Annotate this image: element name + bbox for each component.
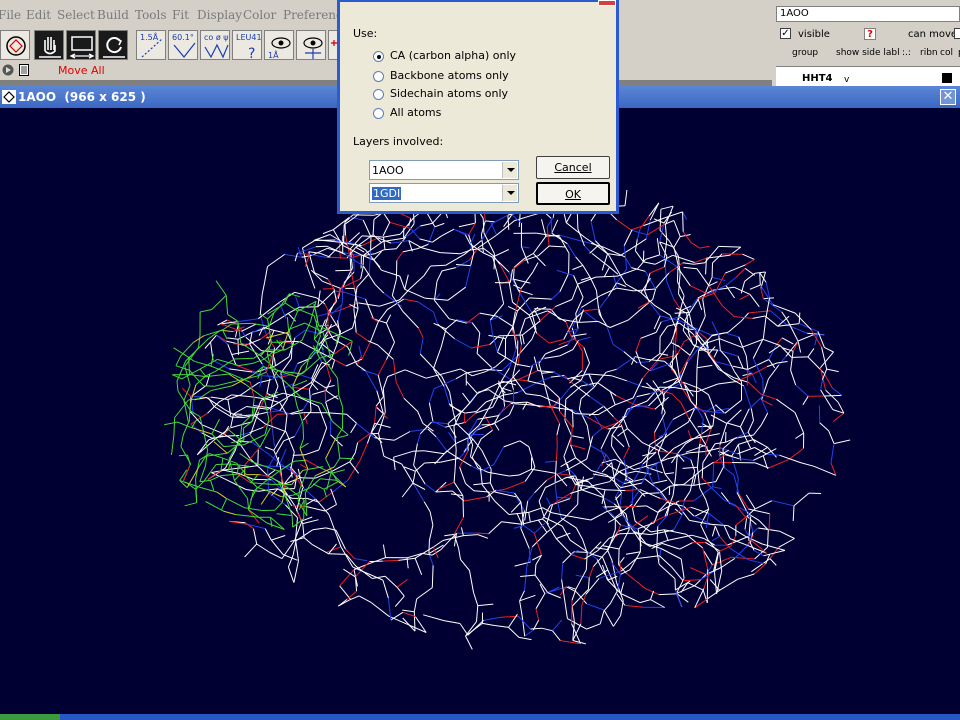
protein-wireframe-1aoo	[182, 178, 851, 650]
column-ribbon[interactable]: ribn	[920, 48, 938, 58]
radio-button[interactable]	[373, 71, 384, 82]
layer2-select[interactable]: 1GDI	[369, 183, 519, 203]
close-icon[interactable]: ✕	[940, 89, 956, 105]
hand-move-icon	[39, 37, 61, 58]
radio-label: Backbone atoms only	[390, 69, 509, 82]
svg-text:1Å: 1Å	[268, 49, 279, 60]
group-row-name[interactable]: HHT4	[802, 73, 833, 84]
app-window-icon	[2, 90, 16, 104]
play-icon[interactable]	[2, 64, 14, 76]
chevron-down-icon[interactable]	[502, 162, 517, 178]
can-move-label: can move	[908, 29, 958, 40]
ok-button[interactable]: OK	[536, 182, 610, 205]
menu-file[interactable]: File	[0, 8, 21, 22]
layer-options-row: ✓ visible ? can move	[776, 26, 960, 44]
visible-checkbox[interactable]: ✓	[780, 28, 791, 39]
svg-text:?: ?	[248, 46, 255, 61]
hand-move-button[interactable]	[34, 30, 64, 60]
help-icon[interactable]: ?	[864, 28, 876, 40]
can-move-checkbox[interactable]	[954, 28, 960, 39]
eye-center-icon: 1Å	[268, 37, 291, 60]
use-label: Use:	[353, 27, 378, 40]
radio-label: All atoms	[390, 106, 442, 119]
layers-involved-label: Layers involved:	[353, 135, 444, 148]
radio-button[interactable]	[373, 108, 384, 119]
move-all-label: Move All	[58, 64, 105, 77]
molecule-icon	[6, 36, 26, 56]
radio-dot	[377, 55, 381, 59]
menu-build[interactable]: Build	[97, 8, 129, 22]
molecule-tool-button[interactable]	[0, 30, 30, 60]
atoms-selection-dialog: Use: CA (carbon alpha) only Backbone ato…	[337, 0, 619, 214]
chevron-down-icon[interactable]	[502, 185, 517, 201]
taskbar	[0, 714, 960, 720]
group-color-swatch[interactable]	[942, 73, 952, 83]
zoom-view-button[interactable]	[296, 30, 326, 60]
monitor-icon	[69, 36, 95, 59]
dialog-close-button[interactable]	[598, 0, 616, 6]
menu-tools[interactable]: Tools	[135, 8, 167, 22]
layer2-value: 1GDI	[372, 187, 402, 200]
column-group[interactable]: group	[792, 48, 818, 58]
visible-label: visible	[798, 29, 830, 40]
group-row-flag[interactable]: v	[844, 75, 849, 85]
menu-edit[interactable]: Edit	[26, 8, 51, 22]
residue-label-button[interactable]: LEU41 ?	[232, 30, 262, 61]
graphics-window-title: 1AOO (966 x 625 )	[18, 90, 146, 104]
layer-control-panel: 1AOO ✓ visible ? can move group show sid…	[772, 0, 960, 87]
menu-display[interactable]: Display	[197, 8, 242, 22]
distance-measure-button[interactable]: 1.5Å	[136, 30, 166, 60]
rotate-icon	[103, 37, 125, 58]
menu-select[interactable]: Select	[57, 8, 95, 22]
radio-button[interactable]	[373, 89, 384, 100]
radio-label: CA (carbon alpha) only	[390, 49, 517, 62]
start-button[interactable]	[0, 714, 60, 720]
eye-zoom-icon	[303, 37, 323, 59]
column-show-side-label[interactable]: show side labl	[836, 48, 900, 58]
radio-button[interactable]	[373, 51, 384, 62]
layer1-select[interactable]: 1AOO	[369, 160, 519, 180]
menu-fit[interactable]: Fit	[172, 8, 189, 22]
column-dots[interactable]: :.:	[902, 48, 911, 58]
layer-column-headers: group show side labl :.: ribn col p	[776, 46, 960, 62]
cancel-button[interactable]: Cancel	[536, 156, 610, 179]
menu-color[interactable]: Color	[243, 8, 276, 22]
column-color[interactable]: col	[940, 48, 953, 58]
monitor-move-button[interactable]	[66, 30, 96, 60]
center-view-button[interactable]: 1Å	[264, 30, 294, 60]
document-icon[interactable]	[18, 64, 30, 76]
angle-measure-button[interactable]: 60.1°	[168, 30, 198, 60]
layer1-value: 1AOO	[372, 164, 404, 177]
radio-label: Sidechain atoms only	[390, 87, 509, 100]
layer-title: 1AOO	[776, 6, 960, 22]
layer-group-list: HHT4 v	[776, 66, 960, 87]
rotate-button[interactable]	[98, 30, 128, 60]
dihedral-button[interactable]: co ø ψ	[200, 30, 230, 60]
